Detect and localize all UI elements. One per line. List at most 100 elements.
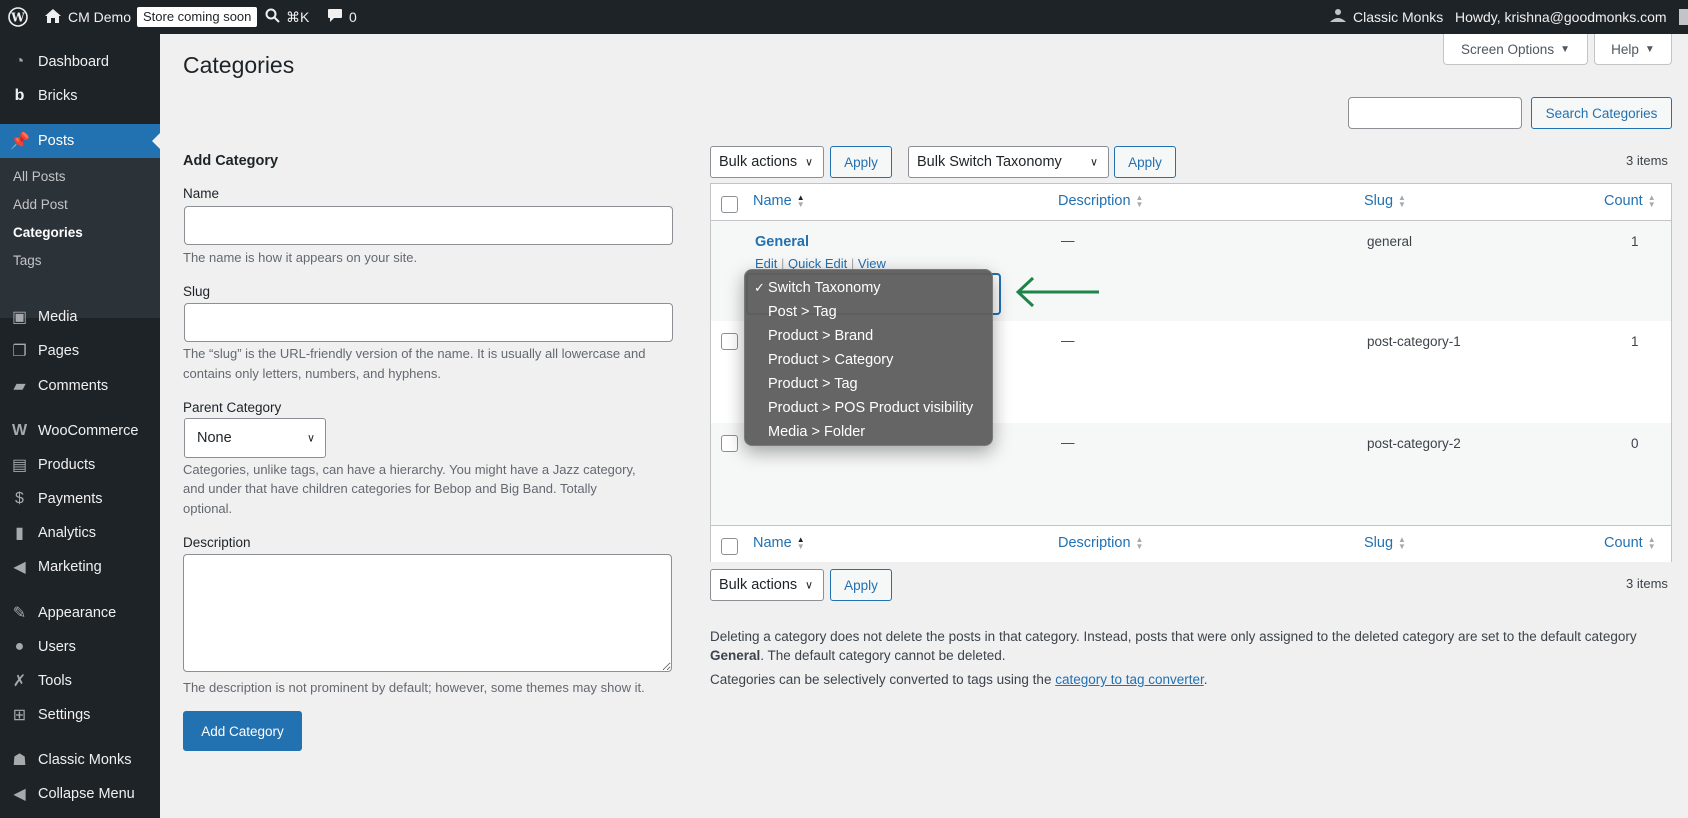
media-icon: ▣ <box>11 309 28 326</box>
submenu-tags[interactable]: Tags <box>13 253 42 268</box>
help-button[interactable]: Help ▼ <box>1594 34 1672 65</box>
menu-label: Payments <box>38 491 103 507</box>
brush-icon: ✎ <box>12 605 27 622</box>
slug-help-line-2: contains only letters, numbers, and hyph… <box>183 366 441 381</box>
column-description-label: Description <box>1058 535 1131 551</box>
wordpress-logo-icon[interactable]: W <box>8 0 28 34</box>
apply-switch-button[interactable]: Apply <box>1114 146 1176 178</box>
submenu-all-posts[interactable]: All Posts <box>13 169 66 184</box>
convert-note-prefix: Categories can be selectively converted … <box>710 672 1056 687</box>
comment-icon: ▰ <box>13 378 26 395</box>
menu-item-analytics[interactable]: ▮ Analytics <box>0 516 160 550</box>
menu-label: Products <box>38 457 96 473</box>
menu-item-dashboard[interactable]: ◔ Dashboard <box>0 45 160 79</box>
column-slug-sort[interactable]: Slug ▲ ▼ <box>1364 193 1406 209</box>
classic-monks-label: Classic Monks <box>1353 9 1444 25</box>
classic-monks-link[interactable]: Classic Monks <box>1329 0 1443 34</box>
dropdown-option-product-pos-visibility[interactable]: Product > POS Product visibility <box>745 396 992 420</box>
menu-item-users[interactable]: ● Users <box>0 630 160 664</box>
avatar <box>1678 9 1688 25</box>
sort-icon: ▲ ▼ <box>1135 535 1144 551</box>
menu-item-classic-monks[interactable]: ☗ Classic Monks <box>0 743 160 777</box>
switch-taxonomy-dropdown: ✓ Switch Taxonomy Post > Tag Product > B… <box>744 269 993 446</box>
column-count-sort[interactable]: Count ▲ ▼ <box>1604 193 1656 209</box>
store-coming-soon-link[interactable]: Store coming soon <box>137 0 258 34</box>
column-name-sort-bottom[interactable]: Name ▲ ▼ <box>753 535 805 551</box>
screen-options-button[interactable]: Screen Options ▼ <box>1443 34 1588 65</box>
collapse-menu-button[interactable]: ◀ Collapse Menu <box>0 777 160 811</box>
pages-icon: ❐ <box>12 343 27 360</box>
menu-item-pages[interactable]: ❐ Pages <box>0 334 160 368</box>
menu-item-bricks[interactable]: b Bricks <box>0 79 160 113</box>
menu-label: Analytics <box>38 525 97 541</box>
bulk-actions-select-bottom[interactable]: Bulk actions ∨ <box>710 569 824 601</box>
dropdown-option-media-folder[interactable]: Media > Folder <box>745 420 992 444</box>
search-categories-input[interactable] <box>1348 97 1522 129</box>
column-count-sort-bottom[interactable]: Count ▲ ▼ <box>1604 535 1656 551</box>
delete-note-line-1: Deleting a category does not delete the … <box>710 629 1637 644</box>
apply-button-bottom[interactable]: Apply <box>830 569 892 601</box>
dropdown-option-product-brand[interactable]: Product > Brand <box>745 324 992 348</box>
dropdown-option-post-tag[interactable]: Post > Tag <box>745 300 992 324</box>
table-footer-row: Name ▲ ▼ Description ▲ ▼ Slug ▲ ▼ Count ▲ ▼ <box>711 525 1671 562</box>
annotation-arrow-icon <box>1015 276 1099 308</box>
menu-item-media[interactable]: ▣ Media <box>0 300 160 334</box>
parent-help-line-2: and under that have children categories … <box>183 481 597 496</box>
menu-item-woocommerce[interactable]: W WooCommerce <box>0 414 160 448</box>
sort-icon: ▲ ▼ <box>796 535 805 551</box>
site-name-link[interactable]: CM Demo <box>44 0 131 34</box>
comments-link[interactable]: 0 <box>327 0 357 34</box>
name-input[interactable] <box>184 206 673 245</box>
column-name-sort[interactable]: Name ▲ ▼ <box>753 193 805 209</box>
slug-cell: post-category-2 <box>1367 436 1461 451</box>
description-textarea[interactable] <box>183 554 672 672</box>
apply-button-top[interactable]: Apply <box>830 146 892 178</box>
bulk-switch-taxonomy-select[interactable]: Bulk Switch Taxonomy ∨ <box>908 146 1109 178</box>
dashboard-icon: ◔ <box>14 53 25 70</box>
dropdown-option-product-tag[interactable]: Product > Tag <box>745 372 992 396</box>
column-name-label: Name <box>753 535 792 551</box>
submenu-categories[interactable]: Categories <box>13 225 83 240</box>
menu-item-posts[interactable]: 📌 Posts <box>0 124 160 158</box>
delete-note-line-2: General. The default category cannot be … <box>710 646 1005 666</box>
select-all-checkbox[interactable] <box>721 196 738 213</box>
slug-cell: general <box>1367 234 1413 249</box>
menu-item-products[interactable]: ▤ Products <box>0 448 160 482</box>
search-categories-button[interactable]: Search Categories <box>1531 97 1672 129</box>
slug-cell: post-category-1 <box>1367 334 1461 349</box>
dropdown-option-product-category[interactable]: Product > Category <box>745 348 992 372</box>
count-link[interactable]: 1 <box>1631 334 1639 349</box>
category-to-tag-converter-link[interactable]: category to tag converter <box>1055 672 1204 687</box>
dropdown-option-switch-taxonomy[interactable]: ✓ Switch Taxonomy <box>745 276 992 300</box>
count-link[interactable]: 1 <box>1631 234 1639 249</box>
column-description-sort-bottom[interactable]: Description ▲ ▼ <box>1058 535 1143 551</box>
column-count-label: Count <box>1604 193 1643 209</box>
convert-note-suffix: . <box>1203 672 1208 687</box>
category-name-link[interactable]: General <box>755 234 809 250</box>
menu-item-comments[interactable]: ▰ Comments <box>0 369 160 403</box>
monk-icon <box>1329 8 1347 27</box>
column-slug-sort-bottom[interactable]: Slug ▲ ▼ <box>1364 535 1406 551</box>
column-slug-label: Slug <box>1364 535 1394 551</box>
menu-item-tools[interactable]: ✗ Tools <box>0 664 160 698</box>
menu-item-appearance[interactable]: ✎ Appearance <box>0 596 160 630</box>
submenu-add-post[interactable]: Add Post <box>13 197 68 212</box>
command-search[interactable]: ⌘K <box>265 0 309 34</box>
row-checkbox[interactable] <box>721 333 738 350</box>
menu-item-marketing[interactable]: ◀ Marketing <box>0 550 160 584</box>
bulk-actions-select-top[interactable]: Bulk actions ∨ <box>710 146 824 178</box>
menu-label: Tools <box>38 673 72 689</box>
menu-item-payments[interactable]: $ Payments <box>0 482 160 516</box>
sort-icon: ▲ ▼ <box>1398 193 1406 209</box>
sort-icon: ▲ ▼ <box>796 193 805 209</box>
column-description-sort[interactable]: Description ▲ ▼ <box>1058 193 1143 209</box>
parent-category-select[interactable]: None ∨ <box>184 418 326 458</box>
select-all-checkbox-bottom[interactable] <box>721 538 738 555</box>
add-category-button[interactable]: Add Category <box>183 711 302 751</box>
menu-item-settings[interactable]: ⊞ Settings <box>0 698 160 732</box>
my-account-link[interactable]: Howdy, krishna@goodmonks.com <box>1455 0 1688 34</box>
slug-input[interactable] <box>184 303 673 342</box>
row-checkbox[interactable] <box>721 435 738 452</box>
count-link[interactable]: 0 <box>1631 436 1639 451</box>
screen-options-label: Screen Options <box>1461 41 1555 57</box>
